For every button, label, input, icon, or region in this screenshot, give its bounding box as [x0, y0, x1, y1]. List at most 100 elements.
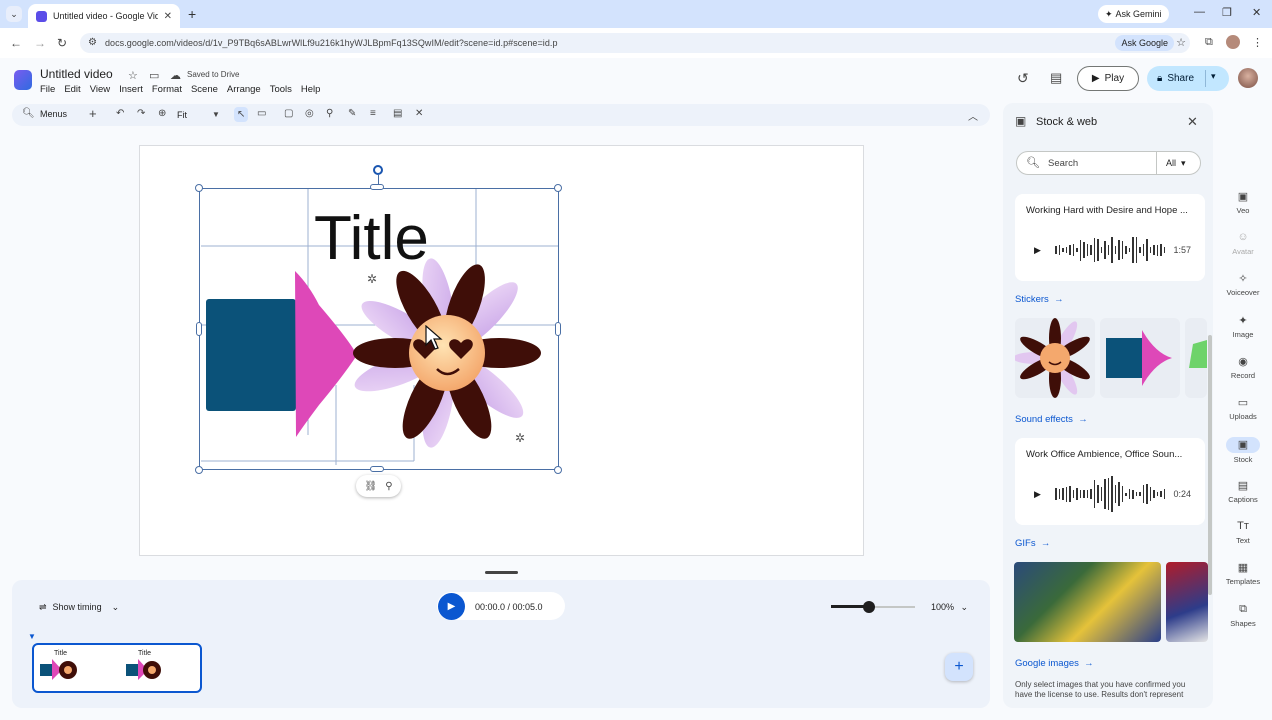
- filter-select[interactable]: All ▾: [1166, 158, 1186, 169]
- forward-icon[interactable]: →: [34, 36, 46, 50]
- pen-icon[interactable]: ✎: [348, 108, 356, 119]
- clear-format-icon[interactable]: ✕: [415, 108, 423, 119]
- rail-veo[interactable]: ▣ Veo: [1222, 190, 1264, 215]
- back-icon[interactable]: ←: [10, 36, 22, 50]
- menu-arrange[interactable]: Arrange: [227, 84, 261, 95]
- border-weight-icon[interactable]: ≡: [370, 108, 376, 119]
- rail-image[interactable]: ✦ Image: [1222, 314, 1264, 339]
- resize-handle-ne[interactable]: [554, 184, 562, 192]
- new-tab-icon[interactable]: +: [188, 6, 196, 22]
- rail-text[interactable]: Tт Text: [1222, 520, 1264, 545]
- rail-captions[interactable]: ▤ Captions: [1222, 479, 1264, 504]
- menu-help[interactable]: Help: [301, 84, 321, 95]
- menu-view[interactable]: View: [90, 84, 110, 95]
- url-bar[interactable]: ⚙ docs.google.com/videos/d/1v_P9TBq6sABL…: [80, 33, 1190, 53]
- ask-gemini-button[interactable]: ✦ Ask Gemini: [1098, 5, 1169, 23]
- play-button[interactable]: ▶ Play: [1077, 66, 1139, 91]
- gif-thumbnail[interactable]: [1014, 562, 1161, 642]
- gifs-link[interactable]: GIFs →: [1015, 538, 1050, 549]
- sticker-partial-thumb[interactable]: [1185, 318, 1207, 398]
- rail-shapes[interactable]: ⧉ Shapes: [1222, 603, 1264, 628]
- account-avatar[interactable]: [1238, 68, 1258, 88]
- resize-handle-nw[interactable]: [195, 184, 203, 192]
- rotate-handle[interactable]: [373, 165, 383, 175]
- rail-record[interactable]: ◉ Record: [1222, 355, 1264, 380]
- rail-stock[interactable]: ▣ Stock: [1222, 437, 1264, 464]
- ask-google-button[interactable]: Ask Google: [1115, 35, 1174, 51]
- resize-handle-e[interactable]: [555, 322, 561, 336]
- menu-format[interactable]: Format: [152, 84, 182, 95]
- restore-icon[interactable]: ❐: [1222, 6, 1232, 19]
- share-button[interactable]: 🔒︎ Share ▾: [1147, 66, 1229, 91]
- fill-color-icon[interactable]: ◎: [305, 108, 314, 119]
- resize-handle-se[interactable]: [554, 466, 562, 474]
- frame-icon[interactable]: ▢: [284, 108, 293, 119]
- close-tab-icon[interactable]: ✕: [164, 11, 172, 22]
- collapse-toolbar-icon[interactable]: ︿: [968, 108, 978, 123]
- window-close-icon[interactable]: ✕: [1252, 6, 1261, 19]
- rail-templates[interactable]: ▦ Templates: [1222, 561, 1264, 586]
- playhead-marker-icon[interactable]: ▼: [28, 632, 36, 641]
- menu-tools[interactable]: Tools: [270, 84, 292, 95]
- link-icon[interactable]: ⛓: [364, 481, 377, 492]
- resize-handle-n[interactable]: [370, 184, 384, 190]
- timeline-zoom-value[interactable]: 100% ⌄: [931, 602, 968, 613]
- browser-tab[interactable]: Untitled video - Google Vids ✕: [28, 4, 180, 28]
- gif-thumbnail[interactable]: [1166, 562, 1208, 642]
- undo-icon[interactable]: ↶: [116, 108, 124, 119]
- browser-profile-avatar[interactable]: [1226, 35, 1240, 49]
- star-icon[interactable]: ☆: [128, 69, 138, 82]
- resize-handle-s[interactable]: [370, 466, 384, 472]
- google-images-link[interactable]: Google images →: [1015, 658, 1094, 669]
- site-info-icon[interactable]: ⚙: [88, 37, 97, 48]
- redo-icon[interactable]: ↷: [137, 108, 145, 119]
- border-dash-icon[interactable]: ▤: [393, 108, 402, 119]
- menu-edit[interactable]: Edit: [64, 84, 80, 95]
- share-dropdown-icon[interactable]: ▾: [1211, 71, 1216, 82]
- tab-search-dropdown-icon[interactable]: ⌄: [6, 6, 22, 22]
- add-icon[interactable]: +: [89, 106, 97, 121]
- show-timing-toggle[interactable]: ⇌ Show timing ⌄: [33, 598, 125, 616]
- extensions-icon[interactable]: ⧉: [1205, 36, 1213, 49]
- stickers-link[interactable]: Stickers →: [1015, 294, 1064, 305]
- zoom-dropdown-icon[interactable]: ▼: [212, 110, 220, 119]
- vids-logo[interactable]: [14, 70, 32, 90]
- sticker-shapes-thumb[interactable]: [1100, 318, 1180, 398]
- document-title[interactable]: Untitled video: [40, 67, 113, 81]
- timeline-play-button[interactable]: ▶: [438, 593, 465, 620]
- rail-voiceover[interactable]: ✧ Voiceover: [1222, 272, 1264, 297]
- select-tool-icon[interactable]: ↖: [234, 107, 249, 122]
- audio-card[interactable]: Working Hard with Desire and Hope ... ▶ …: [1015, 194, 1205, 281]
- sound-effects-link[interactable]: Sound effects →: [1015, 414, 1088, 425]
- audio-card[interactable]: Work Office Ambience, Office Soun... ▶ 0…: [1015, 438, 1205, 525]
- reload-icon[interactable]: ↻: [57, 36, 67, 50]
- browser-menu-icon[interactable]: ⋮: [1252, 36, 1263, 49]
- paint-format-icon[interactable]: ⚲: [326, 108, 333, 119]
- version-history-icon[interactable]: ↺: [1017, 70, 1029, 87]
- zoom-fit-select[interactable]: Fit: [177, 110, 187, 120]
- resize-handle-w[interactable]: [196, 322, 202, 336]
- rail-uploads[interactable]: ▭ Uploads: [1222, 396, 1264, 421]
- menu-insert[interactable]: Insert: [119, 84, 143, 95]
- comments-icon[interactable]: ▤: [1050, 70, 1062, 86]
- search-menus-icon[interactable]: 🔍︎: [22, 108, 35, 119]
- search-menus-label[interactable]: Menus: [40, 109, 67, 119]
- menu-file[interactable]: File: [40, 84, 55, 95]
- timeline-zoom-knob[interactable]: [863, 601, 875, 613]
- audio-play-icon[interactable]: ▶: [1034, 245, 1041, 256]
- sticker-flower-thumb[interactable]: [1013, 318, 1095, 398]
- bookmark-star-icon[interactable]: ☆: [1176, 36, 1186, 49]
- audio-play-icon[interactable]: ▶: [1034, 489, 1041, 500]
- zoom-icon[interactable]: ⊕: [158, 108, 166, 119]
- panel-scrollbar[interactable]: [1208, 335, 1212, 595]
- minimize-icon[interactable]: —: [1194, 6, 1205, 18]
- stock-search-input[interactable]: 🔍︎ Search All ▾: [1016, 151, 1201, 175]
- move-folder-icon[interactable]: ▭: [149, 69, 159, 82]
- timeline-resize-handle[interactable]: [485, 571, 518, 574]
- close-panel-icon[interactable]: ✕: [1187, 114, 1198, 130]
- scene-thumbnail[interactable]: Title Title: [32, 643, 202, 693]
- menu-scene[interactable]: Scene: [191, 84, 218, 95]
- rail-avatar[interactable]: ☺ Avatar: [1222, 231, 1264, 256]
- format-painter-icon[interactable]: ⚲: [385, 481, 392, 492]
- comment-tool-icon[interactable]: ▭: [257, 108, 266, 119]
